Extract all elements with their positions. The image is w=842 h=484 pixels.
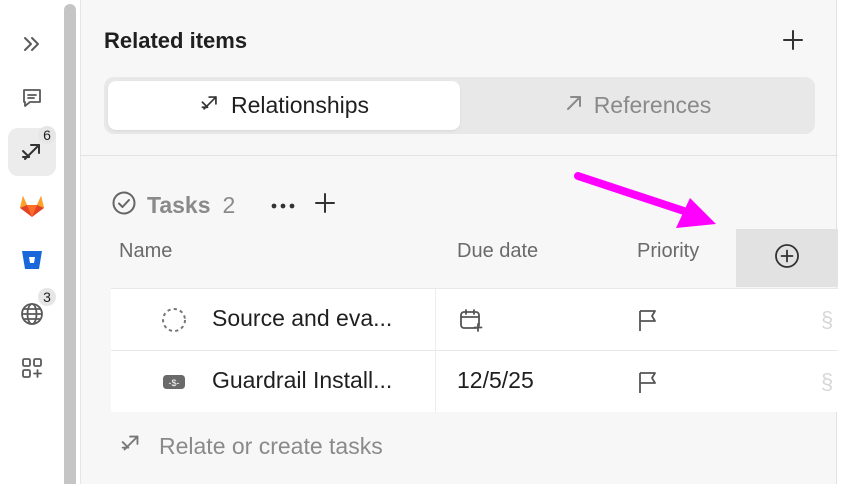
relationships-icon [19,139,45,165]
globe-badge: 3 [38,288,56,306]
gitlab-button[interactable] [8,182,56,230]
rail-scrollbar[interactable] [64,4,76,484]
task-due-date[interactable]: 12/5/25 [457,367,534,394]
add-task-button[interactable] [309,189,341,221]
plus-icon [315,192,336,218]
check-circle-icon [111,190,137,221]
divider [81,155,838,156]
svg-text:-$-: -$- [169,378,180,388]
plus-circle-icon [774,243,800,274]
tab-relationships[interactable]: Relationships [108,81,460,130]
tab-switcher: Relationships References [104,77,815,134]
task-name[interactable]: Source and eva... [212,305,424,332]
table-row[interactable]: Source and eva... § [111,288,838,351]
row-extra-icon: § [821,307,834,332]
relationships-badge: 6 [38,126,56,144]
globe-button[interactable]: 3 [8,288,56,338]
flag-icon[interactable] [637,370,659,399]
section-count: 2 [222,191,236,218]
relationships-rail-button[interactable]: 6 [8,126,56,176]
column-due-date[interactable]: Due date [457,240,538,263]
table-row[interactable]: -$- Guardrail Install... 12/5/25 § [111,350,838,413]
panel-title: Related items [104,28,248,53]
left-rail: 6 3 [0,0,64,484]
task-name[interactable]: Guardrail Install... [212,367,424,394]
related-items-panel: Related items Relationships References T… [80,0,838,484]
add-column-button[interactable] [736,229,838,287]
ellipsis-icon [271,196,295,214]
relate-label: Relate or create tasks [159,432,383,459]
add-related-item-button[interactable] [778,27,808,57]
calendar-plus-icon[interactable] [458,307,484,338]
tab-references[interactable]: References [464,81,811,130]
expand-rail-button[interactable] [8,20,56,68]
section-title: Tasks [147,191,211,218]
relationships-icon [119,431,143,461]
dashed-circle-icon[interactable] [161,307,187,338]
tab-label: Relationships [230,92,370,118]
apps-plus-icon [20,356,44,380]
money-icon[interactable]: -$- [161,369,187,400]
relate-or-create-tasks-button[interactable]: Relate or create tasks [119,428,383,464]
bitbucket-icon [20,248,44,272]
bitbucket-button[interactable] [8,236,56,284]
more-options-button[interactable] [267,189,299,221]
double-chevron-right-icon [21,33,43,55]
column-name[interactable]: Name [119,240,172,263]
relationships-icon [199,92,221,120]
comments-button[interactable] [8,74,56,122]
row-extra-icon: § [821,369,834,394]
flag-icon[interactable] [637,308,659,337]
gitlab-icon [19,194,45,218]
globe-icon [19,301,45,327]
tab-label: References [593,92,712,118]
column-priority[interactable]: Priority [637,240,699,263]
tasks-section-header: Tasks 2 [111,185,341,225]
apps-button[interactable] [8,344,56,392]
arrow-up-right-icon [564,92,584,119]
plus-icon [782,29,804,56]
comment-icon [20,86,44,110]
